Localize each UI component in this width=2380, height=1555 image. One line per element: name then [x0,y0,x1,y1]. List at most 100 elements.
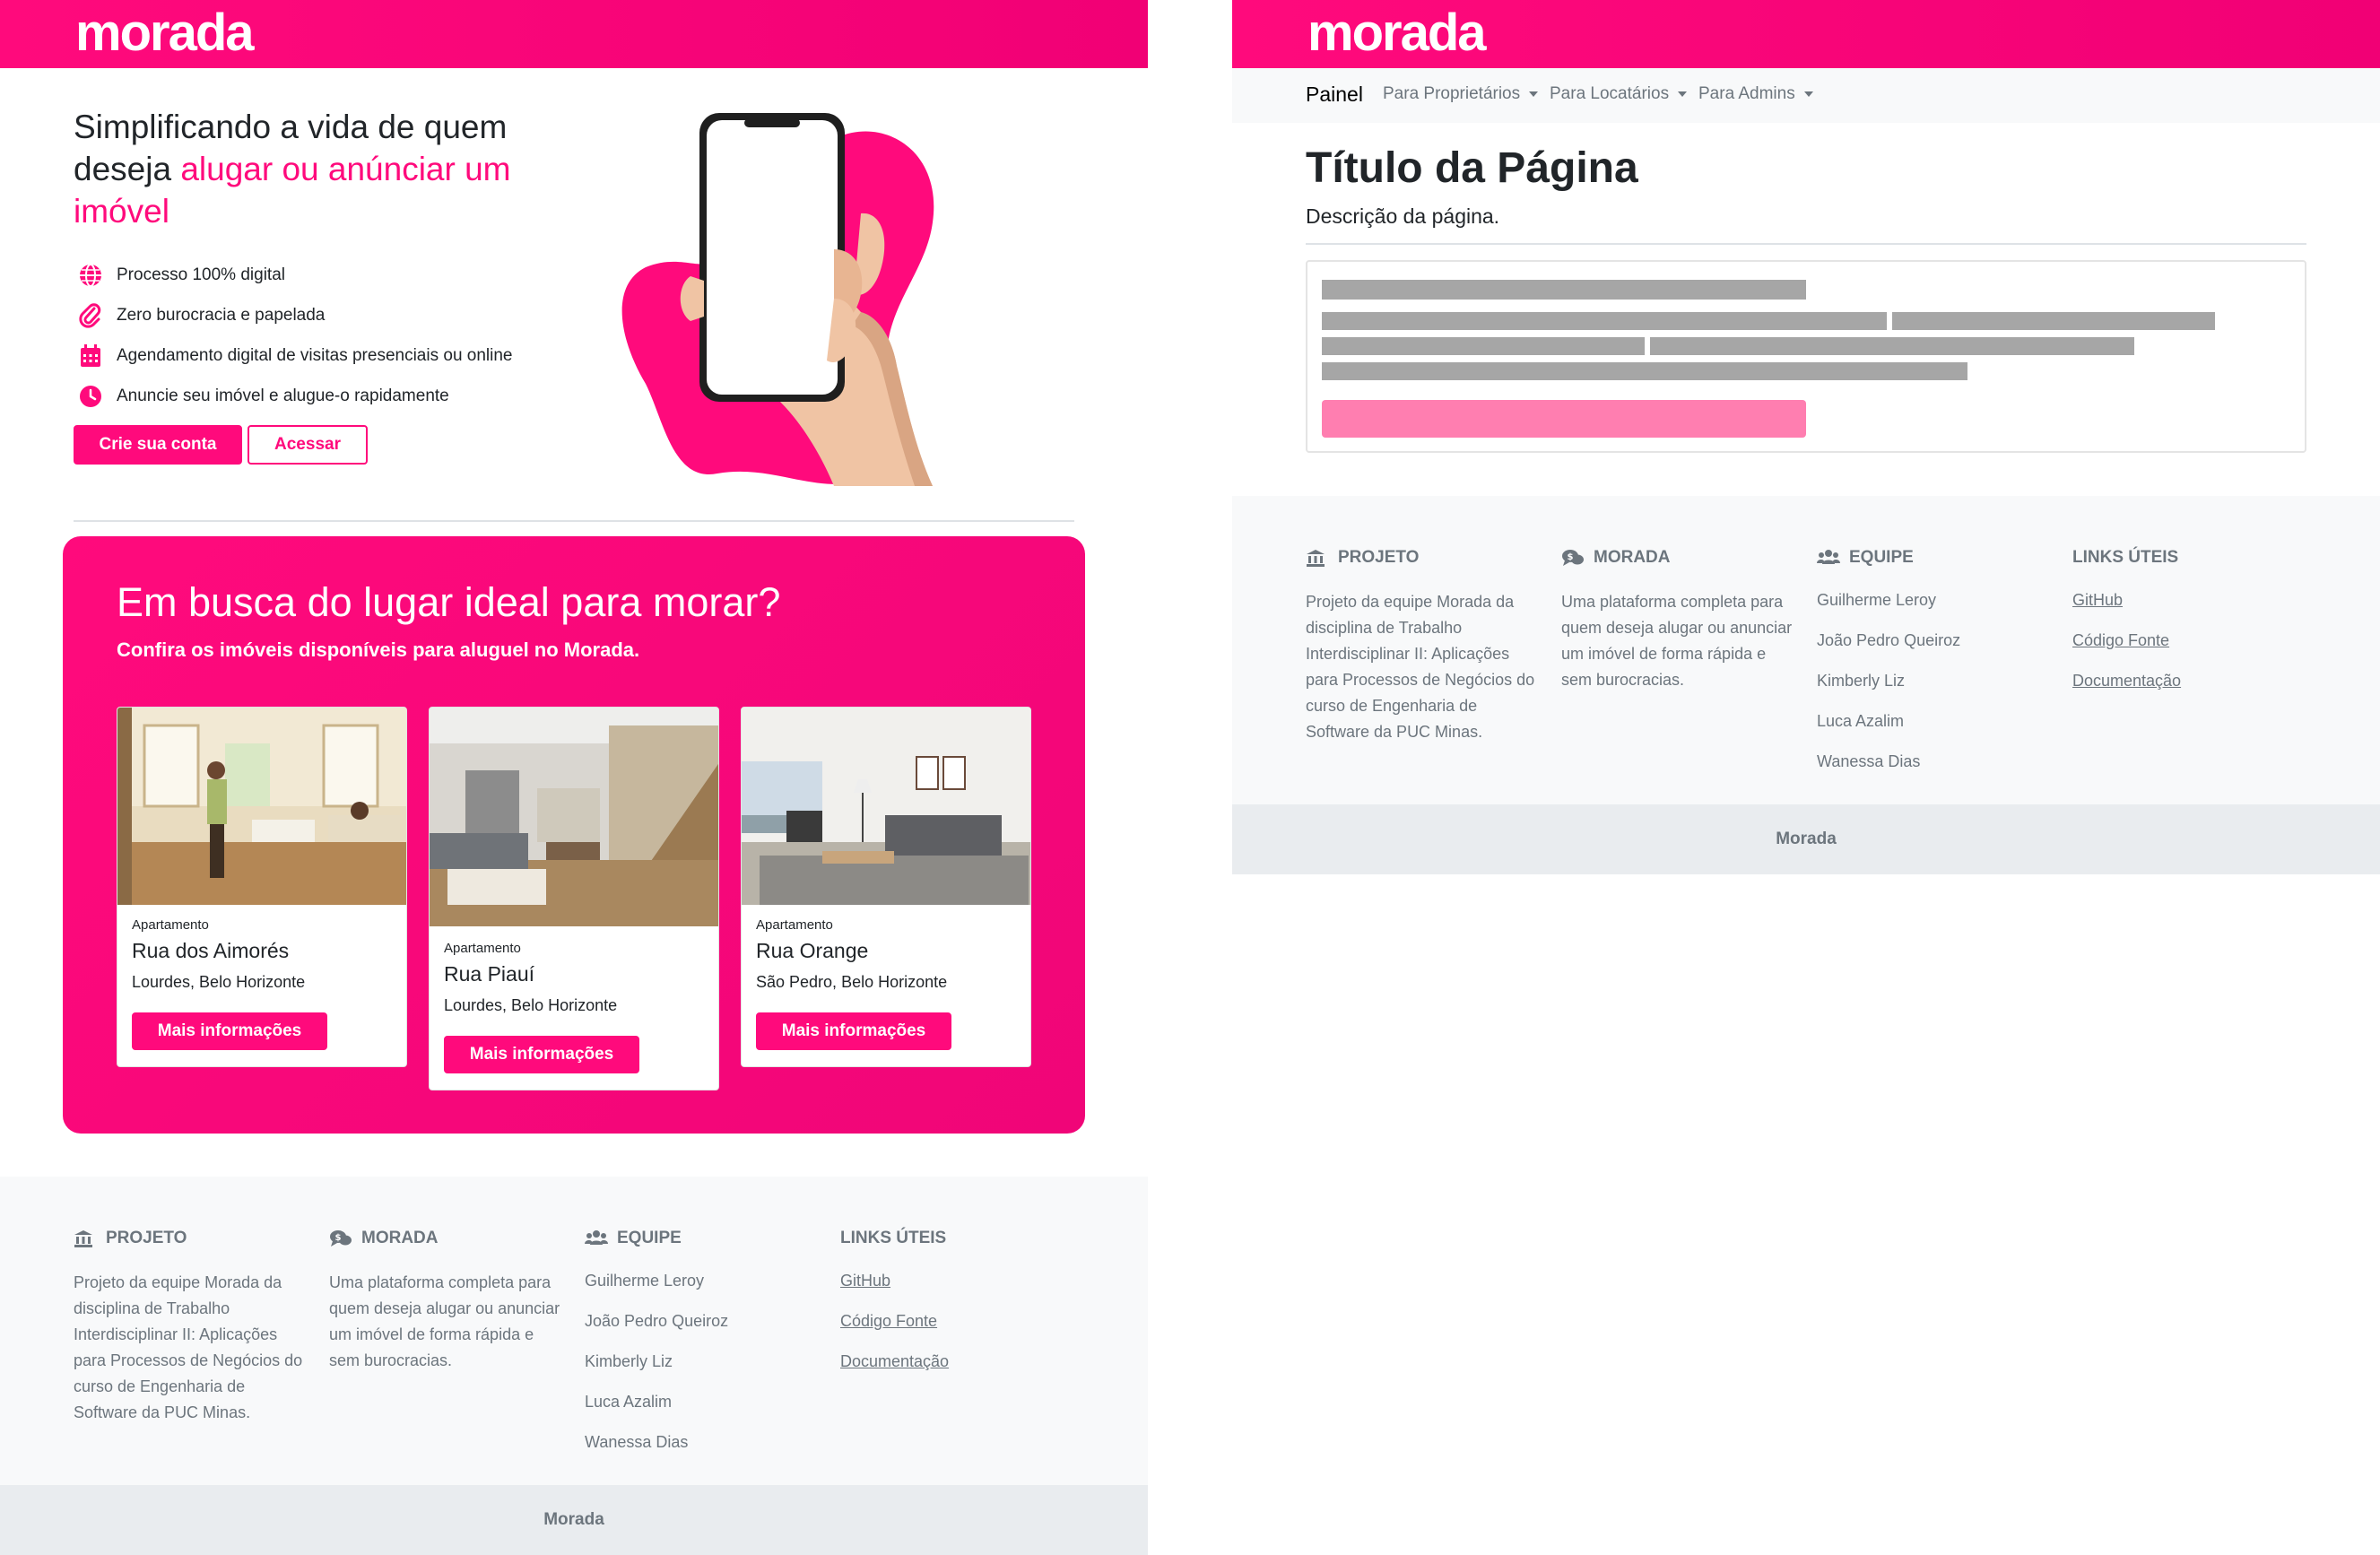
useful-links-list: GitHub Código Fonte Documentação [840,1270,1073,1391]
nav-item-admins[interactable]: Para Admins [1698,84,1813,104]
github-link[interactable]: GitHub [840,1270,1073,1310]
footer-links: LINKS ÚTEIS GitHub Código Fonte Document… [2072,546,2306,710]
team-member: Luca Azalim [585,1393,673,1411]
chevron-down-icon [1803,91,1813,97]
header-bar: morada [1232,0,2380,68]
feature-item: Processo 100% digital [77,255,513,295]
footer-projeto: PROJETO Projeto da equipe Morada da disc… [74,1227,307,1426]
footer-projeto-heading: PROJETO [1306,546,1539,569]
nav-item-proprietarios[interactable]: Para Proprietários [1383,84,1539,104]
github-link[interactable]: GitHub [2072,589,2306,630]
team-list: Guilherme Leroy João Pedro Queiroz Kimbe… [585,1270,818,1472]
brand-logo[interactable]: morada [75,4,255,63]
team-member: Kimberly Liz [585,1352,673,1370]
property-card[interactable]: Apartamento Rua Orange São Pedro, Belo H… [741,707,1031,1067]
team-member: Kimberly Liz [1817,672,1906,690]
page-title: Título da Página [1306,144,1638,192]
skeleton-card [1306,260,2306,453]
property-card[interactable]: Apartamento Rua dos Aimorés Lourdes, Bel… [117,707,407,1067]
footer-morada-text: Uma plataforma completa para quem deseja… [329,1273,560,1369]
footer-morada-heading: $ MORADA [1561,546,1794,569]
feature-text: Processo 100% digital [117,265,285,284]
feature-list: Processo 100% digital Zero burocracia e … [77,255,513,416]
source-code-link[interactable]: Código Fonte [840,1310,1073,1351]
footer-projeto-heading: PROJETO [74,1227,307,1250]
skeleton-line [1322,280,1806,300]
footer-heading-text: PROJETO [106,1229,187,1247]
footer-heading-text: MORADA [361,1229,439,1247]
calendar-icon [77,343,104,369]
team-member: Guilherme Leroy [1817,591,1937,609]
skeleton-line [1650,337,2134,355]
skeleton-line [1322,312,1887,330]
header-bar: morada [0,0,1148,68]
hero-title: Simplificando a vida de quem deseja alug… [74,106,576,232]
users-icon [1817,548,1840,568]
divider [74,520,1074,522]
footer-links-heading: LINKS ÚTEIS [2072,548,2179,567]
property-photo [117,708,406,905]
clock-icon [77,383,104,410]
footer-heading-text: EQUIPE [1849,548,1914,567]
footer-links: LINKS ÚTEIS GitHub Código Fonte Document… [840,1227,1073,1391]
property-type: Apartamento [444,941,521,956]
property-location: São Pedro, Belo Horizonte [756,973,948,991]
source-code-link[interactable]: Código Fonte [2072,630,2306,670]
bank-icon [1306,548,1329,568]
property-street: Rua Orange [756,939,869,962]
template-page: morada Painel Para Proprietários Para Lo… [1232,0,2380,1554]
property-search-section: Em busca do lugar ideal para morar? Conf… [63,536,1085,1134]
globe-icon [77,262,104,289]
comments-dollar-icon: $ [1561,548,1585,568]
feature-text: Zero burocracia e papelada [117,305,326,325]
footer-heading-text: MORADA [1594,548,1671,567]
footer-equipe-heading: EQUIPE [585,1227,818,1250]
nav-item-locatarios[interactable]: Para Locatários [1550,84,1688,104]
skeleton-button [1322,400,1806,438]
nav-label: Para Admins [1698,84,1795,103]
property-photo [742,708,1030,905]
property-type: Apartamento [756,917,833,933]
property-street: Rua Piauí [444,962,535,986]
skeleton-line [1322,362,1967,380]
useful-links-list: GitHub Código Fonte Documentação [2072,589,2306,710]
nav-item-painel[interactable]: Painel [1306,83,1363,107]
property-type: Apartamento [132,917,209,933]
footer-projeto: PROJETO Projeto da equipe Morada da disc… [1306,546,1539,745]
footer-equipe: EQUIPE Guilherme Leroy João Pedro Queiro… [1817,546,2050,791]
footer-morada-text: Uma plataforma completa para quem deseja… [1561,593,1793,689]
team-member: Guilherme Leroy [585,1272,705,1290]
more-info-button[interactable]: Mais informações [756,1012,951,1050]
svg-text:$: $ [1568,552,1574,562]
footer-morada-heading: $ MORADA [329,1227,562,1250]
search-title: Em busca do lugar ideal para morar? [117,579,781,625]
navbar: Painel Para Proprietários Para Locatário… [1232,68,2380,123]
documentation-link[interactable]: Documentação [840,1351,1073,1391]
footer-bottom-bar: Morada [0,1485,1148,1555]
search-subtitle: Confira os imóveis disponíveis para alug… [117,639,640,661]
property-location: Lourdes, Belo Horizonte [444,996,618,1014]
team-member: Luca Azalim [1817,712,1905,730]
property-card[interactable]: Apartamento Rua Piauí Lourdes, Belo Hori… [429,707,719,1090]
footer-links-heading: LINKS ÚTEIS [840,1229,947,1247]
footer-morada: $ MORADA Uma plataforma completa para qu… [1561,546,1794,693]
more-info-button[interactable]: Mais informações [444,1036,639,1073]
feature-item: Anuncie seu imóvel e alugue-o rapidament… [77,376,513,416]
brand-logo[interactable]: morada [1307,4,1487,63]
chevron-down-icon [1529,91,1539,97]
comments-dollar-icon: $ [329,1229,352,1248]
documentation-link[interactable]: Documentação [2072,670,2306,710]
feature-item: Agendamento digital de visitas presencia… [77,335,513,376]
nav-label: Para Proprietários [1383,84,1521,103]
footer-bottom-bar: Morada [1232,804,2380,874]
login-button[interactable]: Acessar [248,425,368,465]
more-info-button[interactable]: Mais informações [132,1012,327,1050]
hero-phone-illustration [592,106,951,486]
team-member: Wanessa Dias [1817,752,1921,770]
team-member: Wanessa Dias [585,1433,689,1451]
create-account-button[interactable]: Crie sua conta [74,425,242,465]
footer-projeto-text: Projeto da equipe Morada da disciplina d… [1306,593,1535,741]
property-location: Lourdes, Belo Horizonte [132,973,306,991]
team-member: João Pedro Queiroz [585,1312,729,1330]
skeleton-line [1892,312,2215,330]
